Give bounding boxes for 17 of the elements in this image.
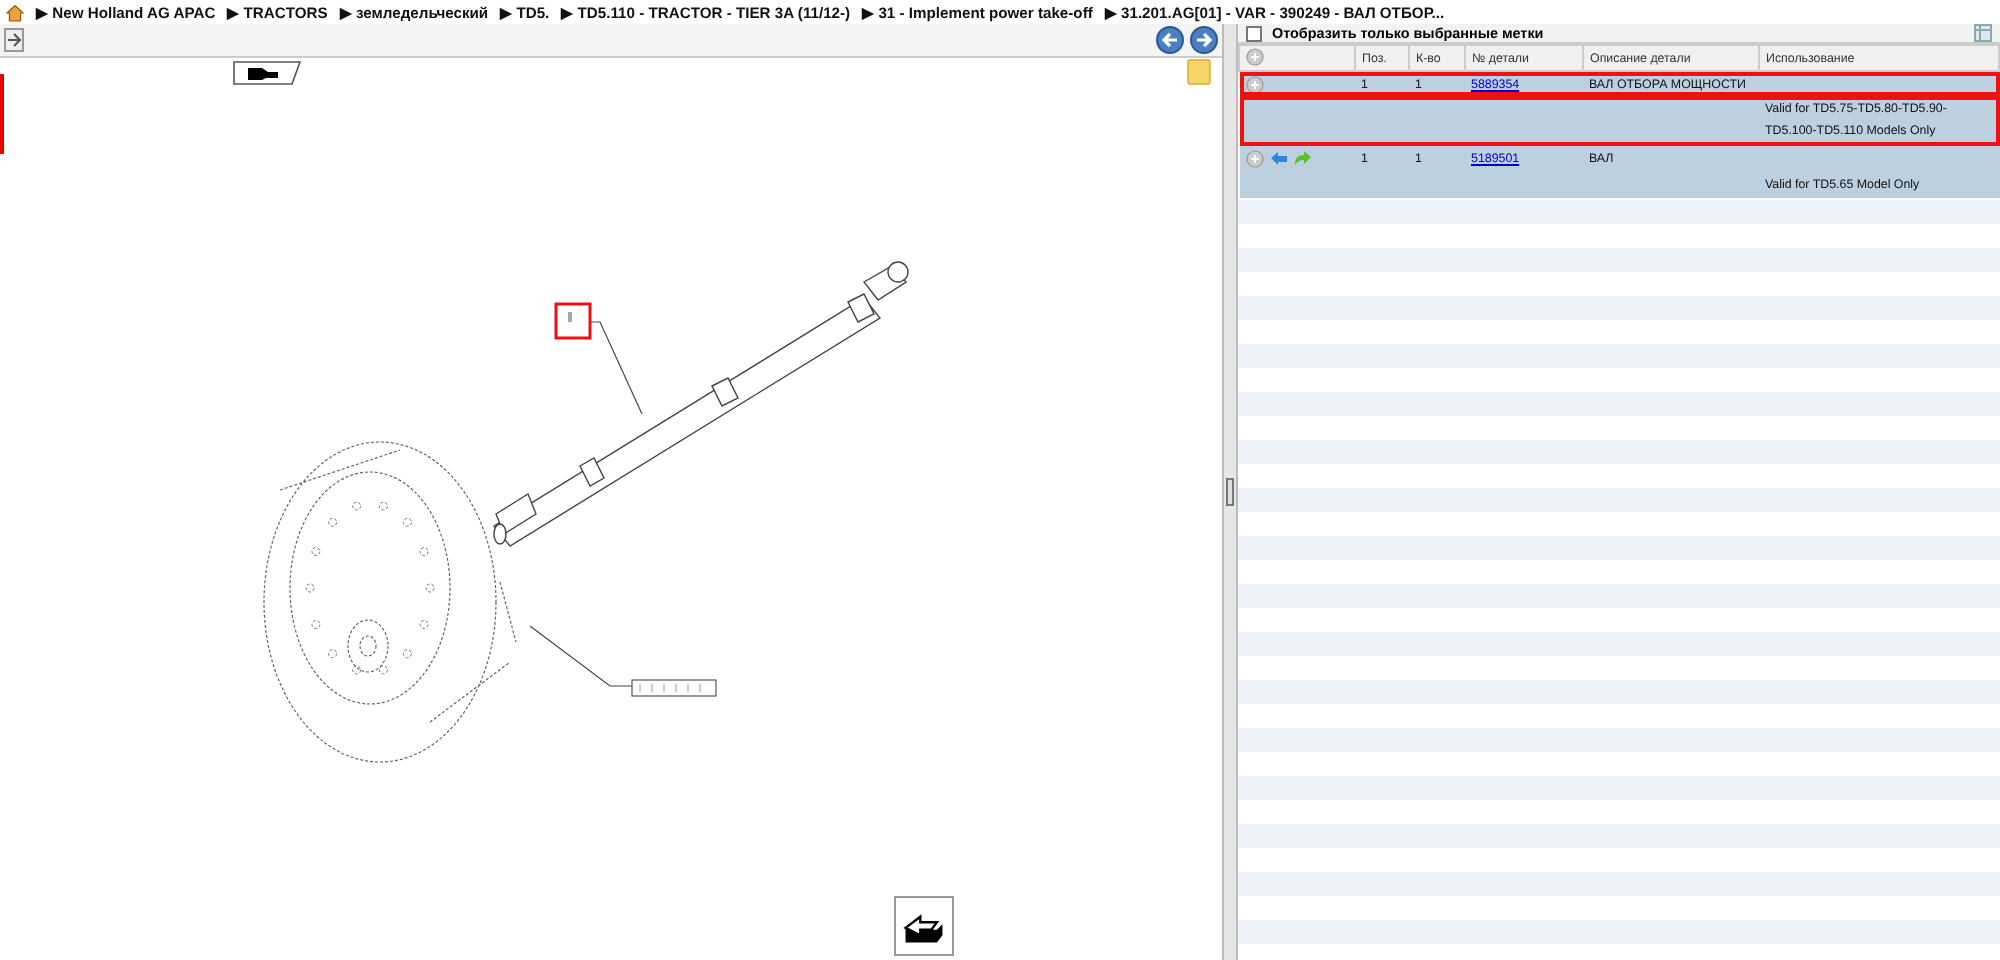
home-icon[interactable] <box>6 3 24 21</box>
expand-icon[interactable] <box>4 28 24 52</box>
forward-arrow-icon[interactable] <box>1190 26 1218 54</box>
add-icon[interactable] <box>1245 75 1263 93</box>
flip-view-icon[interactable] <box>894 896 954 956</box>
filter-checkbox[interactable] <box>1246 25 1262 41</box>
add-icon[interactable] <box>1245 149 1263 167</box>
leader-line <box>589 321 643 415</box>
edge-marker <box>0 74 4 154</box>
splitter-handle[interactable] <box>1226 478 1234 506</box>
reference-label-box[interactable] <box>631 679 717 697</box>
leader-line <box>529 625 633 687</box>
back-arrow-icon[interactable] <box>1156 26 1184 54</box>
arrow-left-icon[interactable] <box>1269 150 1287 166</box>
view-tab-icon[interactable] <box>233 61 302 85</box>
add-all-icon[interactable] <box>1246 47 1264 65</box>
callout-marker[interactable] <box>554 302 592 340</box>
